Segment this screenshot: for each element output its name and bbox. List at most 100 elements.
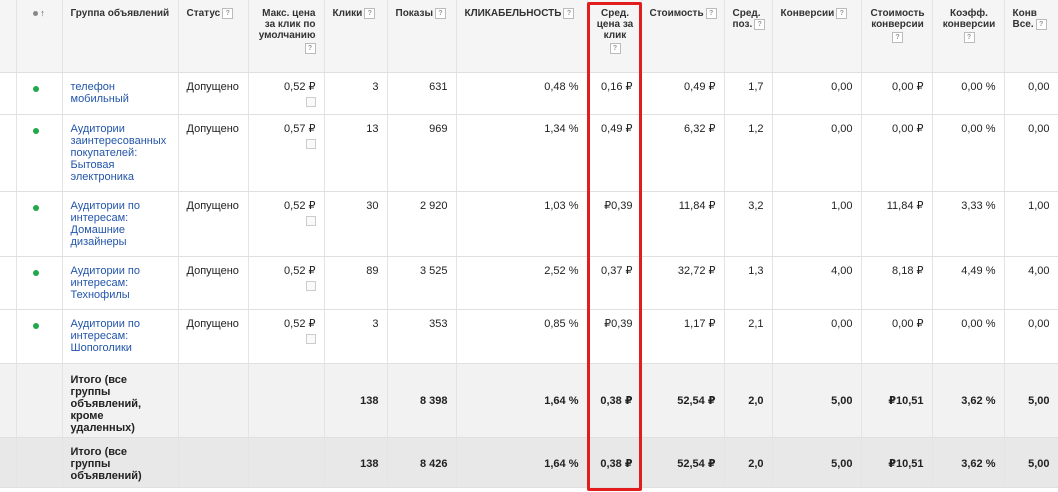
status-cell[interactable]: [16, 191, 63, 257]
max-cpc-cell[interactable]: 0,52 ₽: [248, 256, 325, 310]
max-cpc-value[interactable]: 0,52 ₽: [284, 318, 315, 330]
header-max-cpc[interactable]: Макс. цена за клик по умолчанию?: [248, 0, 325, 73]
help-icon[interactable]: ?: [435, 8, 446, 19]
help-icon[interactable]: ?: [836, 8, 848, 19]
table-row: телефон мобильный Допущено 0,52 ₽ 3 631 …: [0, 72, 1058, 115]
status-dot-icon[interactable]: [32, 85, 39, 92]
group-link[interactable]: Аудитории по интересам: Домашние дизайне…: [71, 200, 140, 248]
avg-cpc-cell: 0,38 ₽: [587, 363, 642, 438]
max-cpc-value[interactable]: 0,52 ₽: [284, 200, 315, 212]
cost-cell: 32,72 ₽: [641, 256, 725, 310]
help-icon[interactable]: ?: [963, 32, 975, 43]
header-spacer: [0, 0, 17, 73]
max-cpc-value[interactable]: 0,52 ₽: [284, 81, 315, 93]
group-link[interactable]: телефон мобильный: [71, 81, 129, 105]
group-cell[interactable]: Аудитории по интересам: Шопоголики: [62, 309, 179, 364]
cost-cell: 52,54 ₽: [641, 437, 725, 488]
header-avg-cpc[interactable]: Сред. цена за клик?: [587, 0, 642, 73]
help-icon[interactable]: ?: [222, 8, 234, 19]
header-conversions-label[interactable]: Конверсии: [781, 8, 835, 19]
header-cost-conv-label[interactable]: Стоимость конверсии: [870, 8, 924, 30]
edit-checkbox-icon[interactable]: [305, 96, 316, 107]
cost-cell: 6,32 ₽: [641, 114, 725, 192]
avg-pos-cell: 3,2: [724, 191, 773, 257]
help-icon[interactable]: ?: [754, 19, 766, 30]
status-dot-icon[interactable]: [32, 269, 39, 276]
header-max-cpc-label[interactable]: Макс. цена за клик по умолчанию: [259, 8, 316, 41]
status-dot-icon[interactable]: [32, 204, 39, 211]
header-status[interactable]: Статус?: [178, 0, 249, 73]
cost-conv-cell: 0,00 ₽: [861, 72, 933, 115]
group-cell[interactable]: Аудитории по интересам: Домашние дизайне…: [62, 191, 179, 257]
cost-conv-cell: 0,00 ₽: [861, 309, 933, 364]
edit-checkbox-icon[interactable]: [305, 333, 316, 344]
max-cpc-cell[interactable]: 0,52 ₽: [248, 309, 325, 364]
group-cell[interactable]: Аудитории заинтересованных покупателей: …: [62, 114, 179, 192]
header-conv-all-label[interactable]: Конв Все.: [1013, 8, 1037, 30]
status-dot-icon[interactable]: [32, 127, 39, 134]
header-status-label[interactable]: Статус: [187, 8, 221, 19]
status-text: Допущено: [178, 309, 249, 364]
header-cost-conv[interactable]: Стоимость конверсии?: [861, 0, 933, 73]
edit-checkbox-icon[interactable]: [305, 280, 316, 291]
header-impressions-label[interactable]: Показы: [396, 8, 434, 19]
cost-conv-cell: 11,84 ₽: [861, 191, 933, 257]
row-spacer: [178, 437, 249, 488]
group-cell[interactable]: телефон мобильный: [62, 72, 179, 115]
status-cell[interactable]: [16, 309, 63, 364]
max-cpc-cell[interactable]: 0,57 ₽: [248, 114, 325, 192]
help-icon[interactable]: ?: [364, 8, 376, 19]
status-dot-icon[interactable]: [32, 322, 39, 329]
group-link[interactable]: Аудитории по интересам: Шопоголики: [71, 318, 140, 354]
cost-cell: 52,54 ₽: [641, 363, 725, 438]
header-conv-all[interactable]: Конв Все.?: [1004, 0, 1058, 73]
avg-pos-cell: 2,1: [724, 309, 773, 364]
clicks-cell: 138: [324, 437, 388, 488]
max-cpc-value[interactable]: 0,57 ₽: [284, 123, 315, 135]
header-impressions[interactable]: Показы?: [387, 0, 457, 73]
sort-arrow-icon[interactable]: ↑: [40, 8, 45, 18]
help-icon[interactable]: ?: [609, 43, 621, 54]
max-cpc-value[interactable]: 0,52 ₽: [284, 265, 315, 277]
group-link[interactable]: Аудитории заинтересованных покупателей: …: [71, 123, 167, 183]
header-status-sort[interactable]: ↑: [16, 0, 63, 73]
header-group[interactable]: Группа объявлений: [62, 0, 179, 73]
group-link[interactable]: Аудитории по интересам: Технофилы: [71, 265, 140, 301]
conv-rate-cell: 0,00 %: [932, 72, 1005, 115]
header-group-label[interactable]: Группа объявлений: [71, 8, 170, 19]
header-ctr-label[interactable]: КЛИКАБЕЛЬНОСТЬ: [465, 8, 562, 19]
header-ctr[interactable]: КЛИКАБЕЛЬНОСТЬ?: [456, 0, 588, 73]
status-filter-icon[interactable]: [32, 11, 38, 16]
header-conv-rate-label[interactable]: Коэфф. конверсии: [943, 8, 996, 30]
status-cell[interactable]: [16, 72, 63, 115]
status-cell[interactable]: [16, 114, 63, 192]
header-avg-pos[interactable]: Сред. поз.?: [724, 0, 773, 73]
header-clicks-label[interactable]: Клики: [333, 8, 363, 19]
status-cell[interactable]: [16, 256, 63, 310]
help-icon[interactable]: ?: [705, 8, 717, 19]
group-cell[interactable]: Аудитории по интересам: Технофилы: [62, 256, 179, 310]
header-cost-label[interactable]: Стоимость: [650, 8, 704, 19]
help-icon[interactable]: ?: [892, 32, 903, 43]
row-spacer: [178, 363, 249, 438]
header-clicks[interactable]: Клики?: [324, 0, 388, 73]
conversions-cell: 5,00: [772, 437, 862, 488]
edit-checkbox-icon[interactable]: [305, 138, 316, 149]
header-conv-rate[interactable]: Коэфф. конверсии?: [932, 0, 1005, 73]
help-icon[interactable]: ?: [304, 43, 316, 54]
max-cpc-cell[interactable]: 0,52 ₽: [248, 72, 325, 115]
conv-rate-cell: 0,00 %: [932, 309, 1005, 364]
header-avg-cpc-label[interactable]: Сред. цена за клик: [597, 8, 634, 41]
header-cost[interactable]: Стоимость?: [641, 0, 725, 73]
edit-checkbox-icon[interactable]: [305, 215, 316, 226]
conv-all-cell: 1,00: [1004, 191, 1058, 257]
ctr-cell: 0,85 %: [456, 309, 588, 364]
max-cpc-cell[interactable]: 0,52 ₽: [248, 191, 325, 257]
avg-pos-cell: 2,0: [724, 437, 773, 488]
help-icon[interactable]: ?: [1035, 19, 1047, 30]
conv-all-cell: 0,00: [1004, 114, 1058, 192]
conv-all-cell: 4,00: [1004, 256, 1058, 310]
help-icon[interactable]: ?: [563, 8, 575, 19]
ctr-cell: 1,03 %: [456, 191, 588, 257]
header-conversions[interactable]: Конверсии?: [772, 0, 862, 73]
